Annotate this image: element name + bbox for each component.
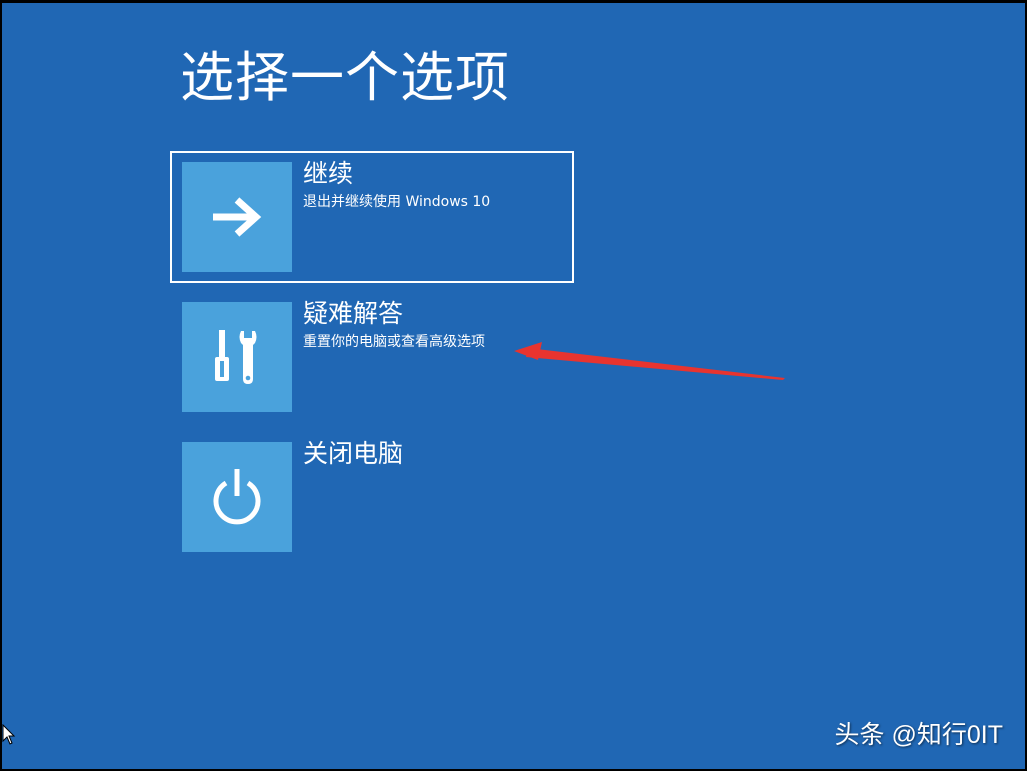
tools-icon <box>215 330 257 384</box>
shutdown-option[interactable]: 关闭电脑 <box>170 431 574 563</box>
mouse-cursor-icon <box>2 724 16 745</box>
continue-option[interactable]: 继续 退出并继续使用 Windows 10 <box>170 151 574 283</box>
troubleshoot-option[interactable]: 疑难解答 重置你的电脑或查看高级选项 <box>170 291 574 423</box>
power-icon <box>213 469 261 525</box>
option-description: 重置你的电脑或查看高级选项 <box>303 334 485 350</box>
watermark: 头条 @知行0IT <box>834 721 1003 749</box>
recovery-screen: 选择一个选项 继续 退出并继续使用 Windows 10 疑难解答 重置你的电脑… <box>2 3 1025 769</box>
troubleshoot-tile[interactable] <box>182 302 292 412</box>
option-description: 退出并继续使用 Windows 10 <box>303 194 491 210</box>
page-title: 选择一个选项 <box>180 46 510 109</box>
shutdown-tile[interactable] <box>182 442 292 552</box>
continue-tile[interactable] <box>182 162 292 272</box>
option-label: 继续 <box>303 159 354 188</box>
option-label: 疑难解答 <box>303 299 404 328</box>
arrow-right-icon <box>213 197 262 237</box>
option-label: 关闭电脑 <box>303 439 404 468</box>
